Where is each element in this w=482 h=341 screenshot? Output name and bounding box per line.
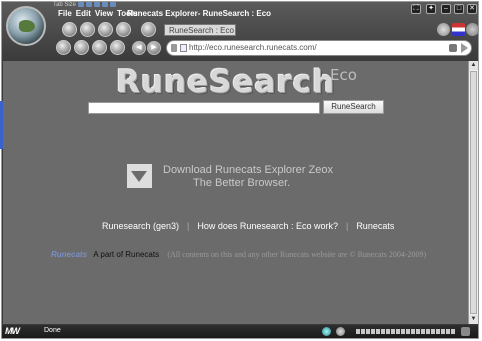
page-footer: Runecats A part of Runecats (All content…: [51, 250, 426, 259]
search-icon[interactable]: [110, 40, 125, 55]
link-runesearch-gen3[interactable]: Runesearch (gen3): [102, 221, 179, 231]
scroll-up-icon[interactable]: ▲: [469, 61, 478, 70]
user-icon[interactable]: [466, 23, 479, 36]
mail-icon[interactable]: [80, 22, 95, 37]
scroll-thumb[interactable]: [470, 71, 477, 314]
status-text: Done: [44, 327, 61, 334]
lightbulb-icon[interactable]: [141, 22, 156, 37]
side-panel-tab[interactable]: [0, 101, 3, 149]
footer-copyright: (All contents on this and any other Rune…: [167, 250, 427, 259]
link-how-it-works[interactable]: How does Runesearch : Eco work?: [197, 221, 338, 231]
logo-eco-label: Eco: [330, 66, 357, 84]
link-separator: |: [345, 221, 349, 231]
feed-icon[interactable]: [449, 44, 457, 52]
runesearch-logo: RuneSearch: [116, 64, 336, 100]
favorites-icon[interactable]: [98, 22, 113, 37]
tab-size-button[interactable]: [86, 2, 92, 7]
maximize-icon[interactable]: □: [454, 4, 464, 14]
security-icon[interactable]: [336, 327, 345, 336]
menu-view[interactable]: View: [95, 9, 113, 18]
menu-bar: File Edit View Tools: [58, 9, 138, 18]
tab-size-button[interactable]: [78, 2, 84, 7]
tab-size-label: Tab Size: [53, 2, 77, 8]
settings-icon[interactable]: ✦: [426, 4, 436, 14]
history-icon[interactable]: [116, 22, 131, 37]
links-row: Runesearch (gen3) | How does Runesearch : …: [102, 221, 394, 231]
download-arrow-icon[interactable]: [127, 164, 152, 188]
status-logo: MW: [5, 326, 20, 336]
minimize-icon[interactable]: –: [441, 4, 451, 14]
tab-size-button[interactable]: [110, 2, 116, 7]
window-title: Runecats Explorer- RuneSearch : Eco: [127, 9, 272, 18]
back-arrow-icon[interactable]: ◀: [132, 41, 146, 55]
list-icon[interactable]: [56, 40, 71, 55]
go-arrow-icon[interactable]: [461, 43, 468, 53]
fullscreen-icon[interactable]: ⛶: [411, 4, 421, 14]
link-separator: |: [187, 221, 190, 231]
resize-grip-icon[interactable]: [461, 327, 470, 336]
toolbar-title-field[interactable]: RuneSearch : Eco: [164, 24, 236, 36]
refresh-icon[interactable]: [74, 40, 89, 55]
page-content: [3, 61, 468, 324]
browser-window: Tab Size File Edit View Tools Runecats E…: [0, 0, 482, 341]
vertical-scrollbar[interactable]: ▲ ▼: [468, 61, 478, 324]
address-input[interactable]: http://eco.runesearch.runecats.com/: [189, 43, 317, 52]
flag-icon[interactable]: [452, 23, 465, 36]
tab-size-buttons[interactable]: [78, 2, 116, 7]
address-bar[interactable]: http://eco.runesearch.runecats.com/: [166, 40, 472, 56]
close-icon[interactable]: ✕: [467, 4, 477, 14]
forward-arrow-icon[interactable]: ▶: [147, 41, 161, 55]
link-runecats[interactable]: Runecats: [356, 221, 394, 231]
globe-icon[interactable]: [6, 6, 46, 46]
menu-edit[interactable]: Edit: [76, 9, 91, 18]
page-icon: [180, 44, 187, 52]
network-icon[interactable]: [322, 327, 331, 336]
tab-size-button[interactable]: [94, 2, 100, 7]
download-tagline[interactable]: The Better Browser.: [193, 177, 290, 189]
stop-icon[interactable]: [92, 40, 107, 55]
search-input[interactable]: [88, 102, 320, 114]
menu-file[interactable]: File: [58, 9, 72, 18]
home-icon[interactable]: [62, 22, 77, 37]
pin-icon: [171, 44, 177, 52]
footer-part-of: A part of Runecats: [93, 250, 160, 259]
scroll-down-icon[interactable]: ▼: [469, 315, 478, 324]
zoom-indicator[interactable]: [356, 329, 455, 334]
info-icon[interactable]: [437, 23, 450, 36]
tab-size-button[interactable]: [102, 2, 108, 7]
runesearch-button[interactable]: RuneSearch: [323, 100, 384, 114]
download-link[interactable]: Download Runecats Explorer Zeox: [163, 164, 333, 176]
runecats-footer-logo[interactable]: Runecats: [51, 250, 87, 259]
